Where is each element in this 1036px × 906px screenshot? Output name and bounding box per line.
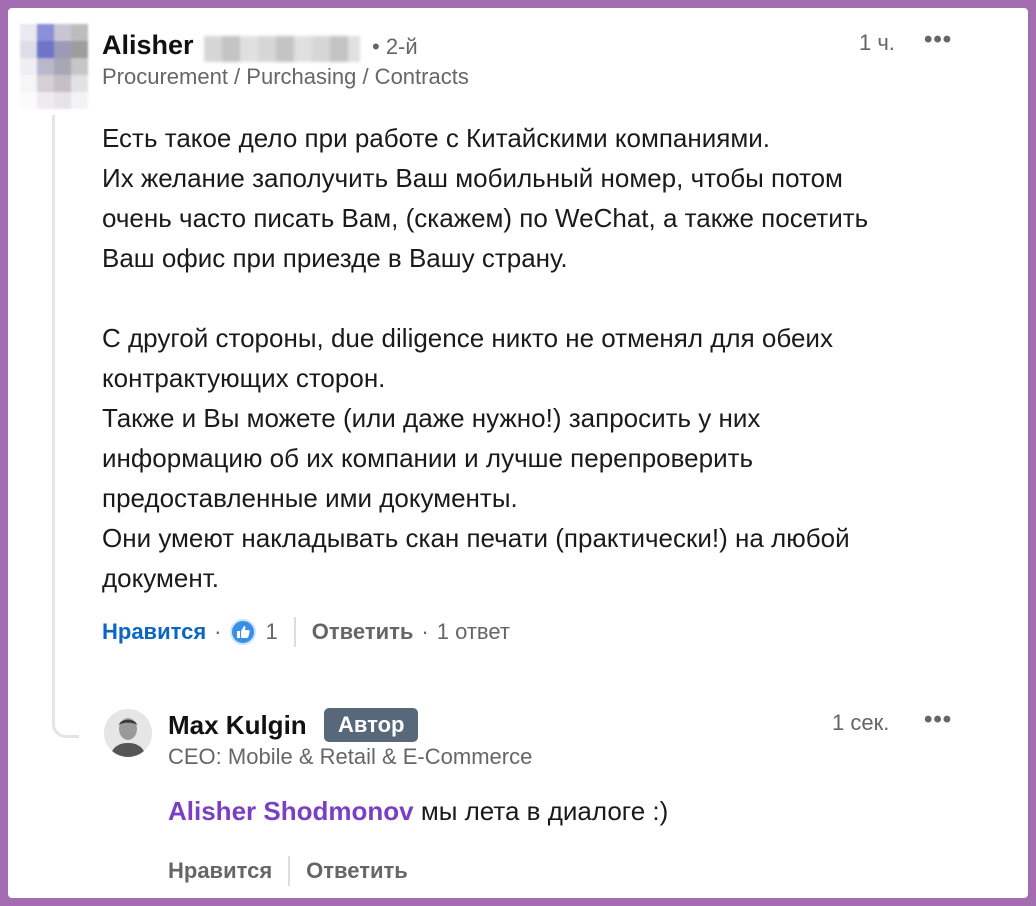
more-options-icon[interactable]: ••• [924,26,952,54]
reply-message: мы лета в диалоге :) [420,796,669,826]
more-options-icon[interactable]: ••• [924,706,952,734]
comment-author-name[interactable]: Alisher [102,30,194,61]
comment-body: Есть такое дело при работе с Китайскими … [102,118,1002,598]
comment-card: Alisher • 2-й Procurement / Purchasing /… [8,8,1028,898]
thumbs-up-icon[interactable] [229,619,256,645]
comment-line: очень часто писать Вам, (скажем) по WeCh… [102,203,869,233]
like-button[interactable]: Нравится [102,619,206,645]
comment-line: информацию об их компании и лучше перепр… [102,443,754,473]
avatar[interactable] [20,24,88,109]
separator-dot: · [421,619,429,644]
separator-dot: · [214,619,222,644]
reply-body: Alisher Shodmonov мы лета в диалоге :) [168,796,668,827]
mention-link[interactable]: Alisher Shodmonov [168,796,414,826]
like-button[interactable]: Нравится [168,858,272,884]
comment-timestamp: 1 ч. [859,30,895,55]
comment-line: Также и Вы можете (или даже нужно!) запр… [102,403,761,433]
reply-button[interactable]: Ответить [306,858,408,884]
redacted-surname [204,36,360,62]
comment-line: С другой стороны, due diligence никто не… [102,323,833,353]
reply-actions: Нравится Ответить [168,856,408,886]
reaction-count[interactable]: 1 [266,619,278,645]
reply-button[interactable]: Ответить [312,619,414,645]
comment-line: Есть такое дело при работе с Китайскими … [102,123,770,153]
comment-author-headline: Procurement / Purchasing / Contracts [102,64,469,89]
reply-avatar[interactable] [104,709,152,757]
author-badge: Автор [324,708,419,742]
thread-connector [52,115,79,738]
comment-line: Ваш офис при приезде в Вашу страну. [102,243,568,273]
comment-line: предоставленные ими документы. [102,483,518,513]
divider [288,856,291,886]
reply-timestamp: 1 сек. [832,710,890,735]
reply-author-headline: CEO: Mobile & Retail & E-Commerce [168,744,533,769]
reply-author-name[interactable]: Max Kulgin [168,710,307,741]
comment-line: документ. [102,563,219,593]
replies-count[interactable]: 1 ответ [437,619,510,645]
connection-degree: • 2-й [372,34,418,59]
comment-line: Их желание заполучить Ваш мобильный номе… [102,163,843,193]
comment-line: контрактующих сторон. [102,363,386,393]
comment-actions: Нравится · 1 Ответить · 1 ответ [102,617,510,647]
comment-line: Они умеют накладывать скан печати (практ… [102,523,850,553]
divider [293,617,296,647]
